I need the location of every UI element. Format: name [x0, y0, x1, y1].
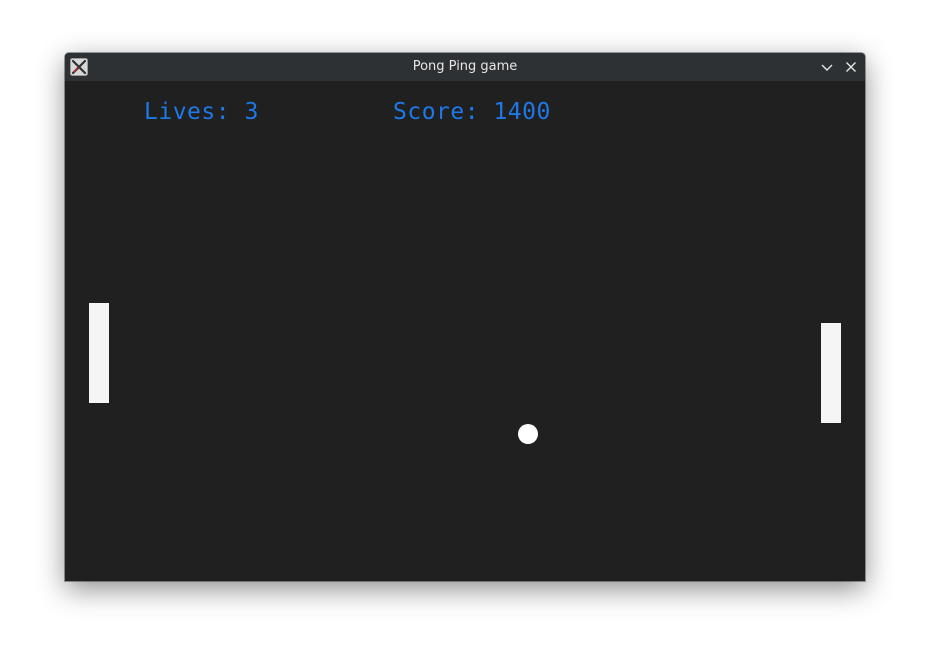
- game-canvas[interactable]: Lives: 3 Score: 1400: [65, 81, 865, 581]
- right-paddle: [821, 323, 841, 423]
- lives-counter: Lives: 3: [144, 97, 259, 127]
- title-bar[interactable]: Pong Ping game: [65, 53, 865, 81]
- game-window: Pong Ping game Lives: 3 Score: 1400: [65, 53, 865, 581]
- score-value: 1400: [493, 99, 551, 125]
- left-paddle[interactable]: [89, 303, 109, 403]
- minimize-button[interactable]: [817, 57, 837, 77]
- lives-value: 3: [244, 99, 259, 125]
- close-button[interactable]: [841, 57, 861, 77]
- score-label: Score:: [393, 99, 480, 125]
- lives-label: Lives:: [144, 99, 231, 125]
- chevron-down-icon: [817, 57, 837, 77]
- close-icon: [841, 57, 861, 77]
- ball: [518, 424, 538, 444]
- window-title: Pong Ping game: [412, 59, 518, 74]
- x11-app-icon[interactable]: [70, 58, 88, 76]
- score-counter: Score: 1400: [393, 97, 551, 127]
